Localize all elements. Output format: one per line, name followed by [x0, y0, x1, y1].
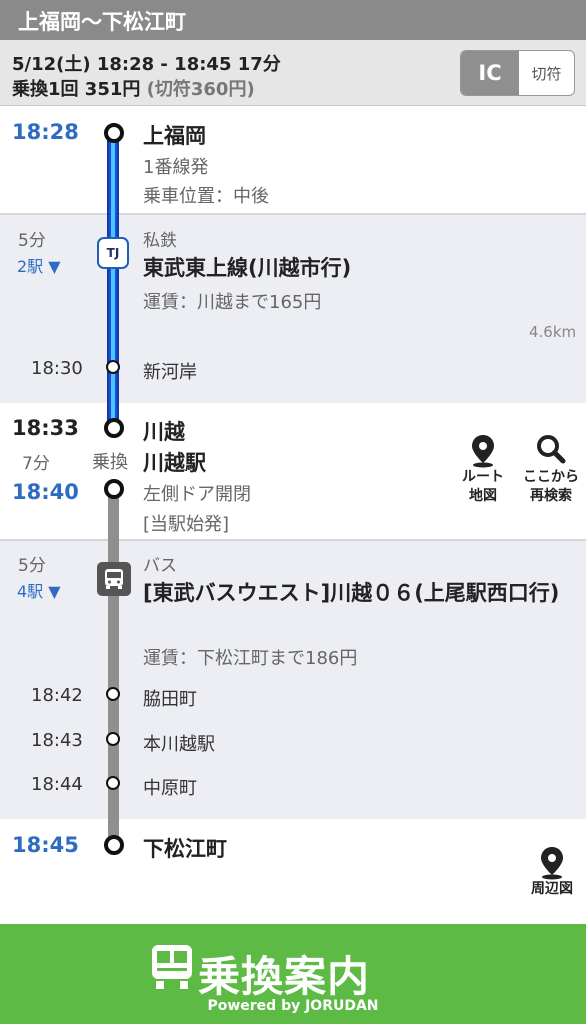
route-map-button[interactable]: ルート 地図	[447, 434, 519, 506]
search-from-here-label-1: ここから	[523, 469, 579, 485]
tj-badge-label: TJ	[106, 246, 120, 260]
station-node	[104, 123, 124, 143]
destination-time: 18:45	[12, 833, 79, 857]
summary-datetime: 5/12(土) 18:28 - 18:45 17分	[12, 54, 281, 75]
station-node	[104, 835, 124, 855]
leg1-distance: 4.6km	[529, 323, 577, 341]
transfer-station[interactable]: 川越	[143, 416, 185, 446]
leg1-type: 私鉄	[143, 231, 177, 251]
jorudan-logo: 乗換案内	[150, 939, 400, 1001]
transfer-arrive-time: 18:33	[12, 416, 79, 440]
leg2-duration: 5分	[18, 556, 46, 576]
stop-time: 18:44	[31, 774, 83, 795]
search-icon	[537, 435, 566, 464]
transfer-depart-time: 18:40	[12, 480, 79, 504]
summary-ticket-fare: (切符360円)	[146, 79, 255, 100]
stop-name[interactable]: 中原町	[143, 774, 197, 800]
stop-name[interactable]: 本川越駅	[143, 730, 215, 756]
search-from-here-button[interactable]: ここから 再検索	[515, 434, 586, 506]
stop-node	[106, 360, 120, 374]
destination-station[interactable]: 下松江町	[143, 833, 227, 863]
leg2-stops-toggle[interactable]: 4駅 ▼	[17, 578, 61, 602]
route-map-label-1: ルート	[462, 469, 504, 485]
toggle-ic-option[interactable]: IC	[461, 51, 519, 95]
logo-text: 乗換案内	[198, 952, 371, 1001]
map-pin-icon	[541, 847, 563, 880]
stop-time: 18:30	[31, 358, 83, 379]
stop-name[interactable]: 脇田町	[143, 685, 197, 711]
stop-node	[106, 776, 120, 790]
transfer-wait: 7分	[22, 454, 50, 474]
transfer-door-info: 左側ドア開閉	[143, 484, 251, 505]
transfer-note: [当駅始発]	[143, 514, 230, 535]
train-logo-icon	[152, 945, 192, 989]
search-from-here-label-2: 再検索	[530, 488, 572, 504]
destination-section	[0, 819, 586, 924]
powered-by: Powered by JORUDAN	[207, 998, 379, 1014]
title-bar: 上福岡〜下松江町	[0, 0, 586, 40]
stop-node	[106, 687, 120, 701]
summary-fare-line: 乗換1回 351円 (切符360円)	[12, 75, 255, 101]
ic-ticket-toggle[interactable]: IC 切符	[460, 50, 575, 96]
leg2-line-name[interactable]: [東武バスウエスト]川越０６(上尾駅西口行)	[143, 578, 577, 609]
toggle-ticket-option[interactable]: 切符	[519, 51, 574, 95]
map-pin-icon	[472, 435, 494, 468]
tj-line-badge: TJ	[97, 237, 129, 269]
bus-icon	[97, 562, 131, 596]
origin-platform: 1番線発	[143, 157, 209, 178]
origin-boarding-position: 乗車位置：中後	[143, 186, 269, 207]
leg1-line-name[interactable]: 東武東上線(川越市行)	[143, 253, 573, 284]
rail-line-train	[107, 133, 119, 429]
summary-fare: 乗換1回 351円	[12, 79, 141, 100]
leg2-type: バス	[143, 556, 177, 576]
origin-time: 18:28	[12, 120, 79, 144]
leg1-duration: 5分	[18, 231, 46, 251]
transfer-label: 乗換	[92, 452, 128, 473]
leg1-stops-toggle[interactable]: 2駅 ▼	[17, 253, 61, 277]
station-node	[104, 418, 124, 438]
origin-section	[0, 106, 586, 214]
leg2-fare: 運賃：下松江町まで186円	[143, 648, 358, 669]
stop-time: 18:43	[31, 730, 83, 751]
route-summary: 5/12(土) 18:28 - 18:45 17分 乗換1回 351円 (切符3…	[0, 40, 586, 106]
footer-banner[interactable]: 乗換案内 Powered by JORUDAN	[0, 924, 586, 1024]
leg1-fare: 運賃：川越まで165円	[143, 292, 322, 313]
station-node	[104, 479, 124, 499]
route-title: 上福岡〜下松江町	[18, 10, 186, 34]
stop-time: 18:42	[31, 685, 83, 706]
origin-station[interactable]: 上福岡	[143, 120, 206, 150]
rail-line-bus	[108, 488, 119, 846]
nearby-map-button[interactable]: 周辺図	[516, 846, 586, 899]
route-map-label-2: 地図	[469, 488, 497, 504]
transfer-station-next[interactable]: 川越駅	[143, 447, 206, 477]
nearby-map-label: 周辺図	[531, 881, 573, 897]
stop-name[interactable]: 新河岸	[143, 358, 197, 384]
stop-node	[106, 732, 120, 746]
